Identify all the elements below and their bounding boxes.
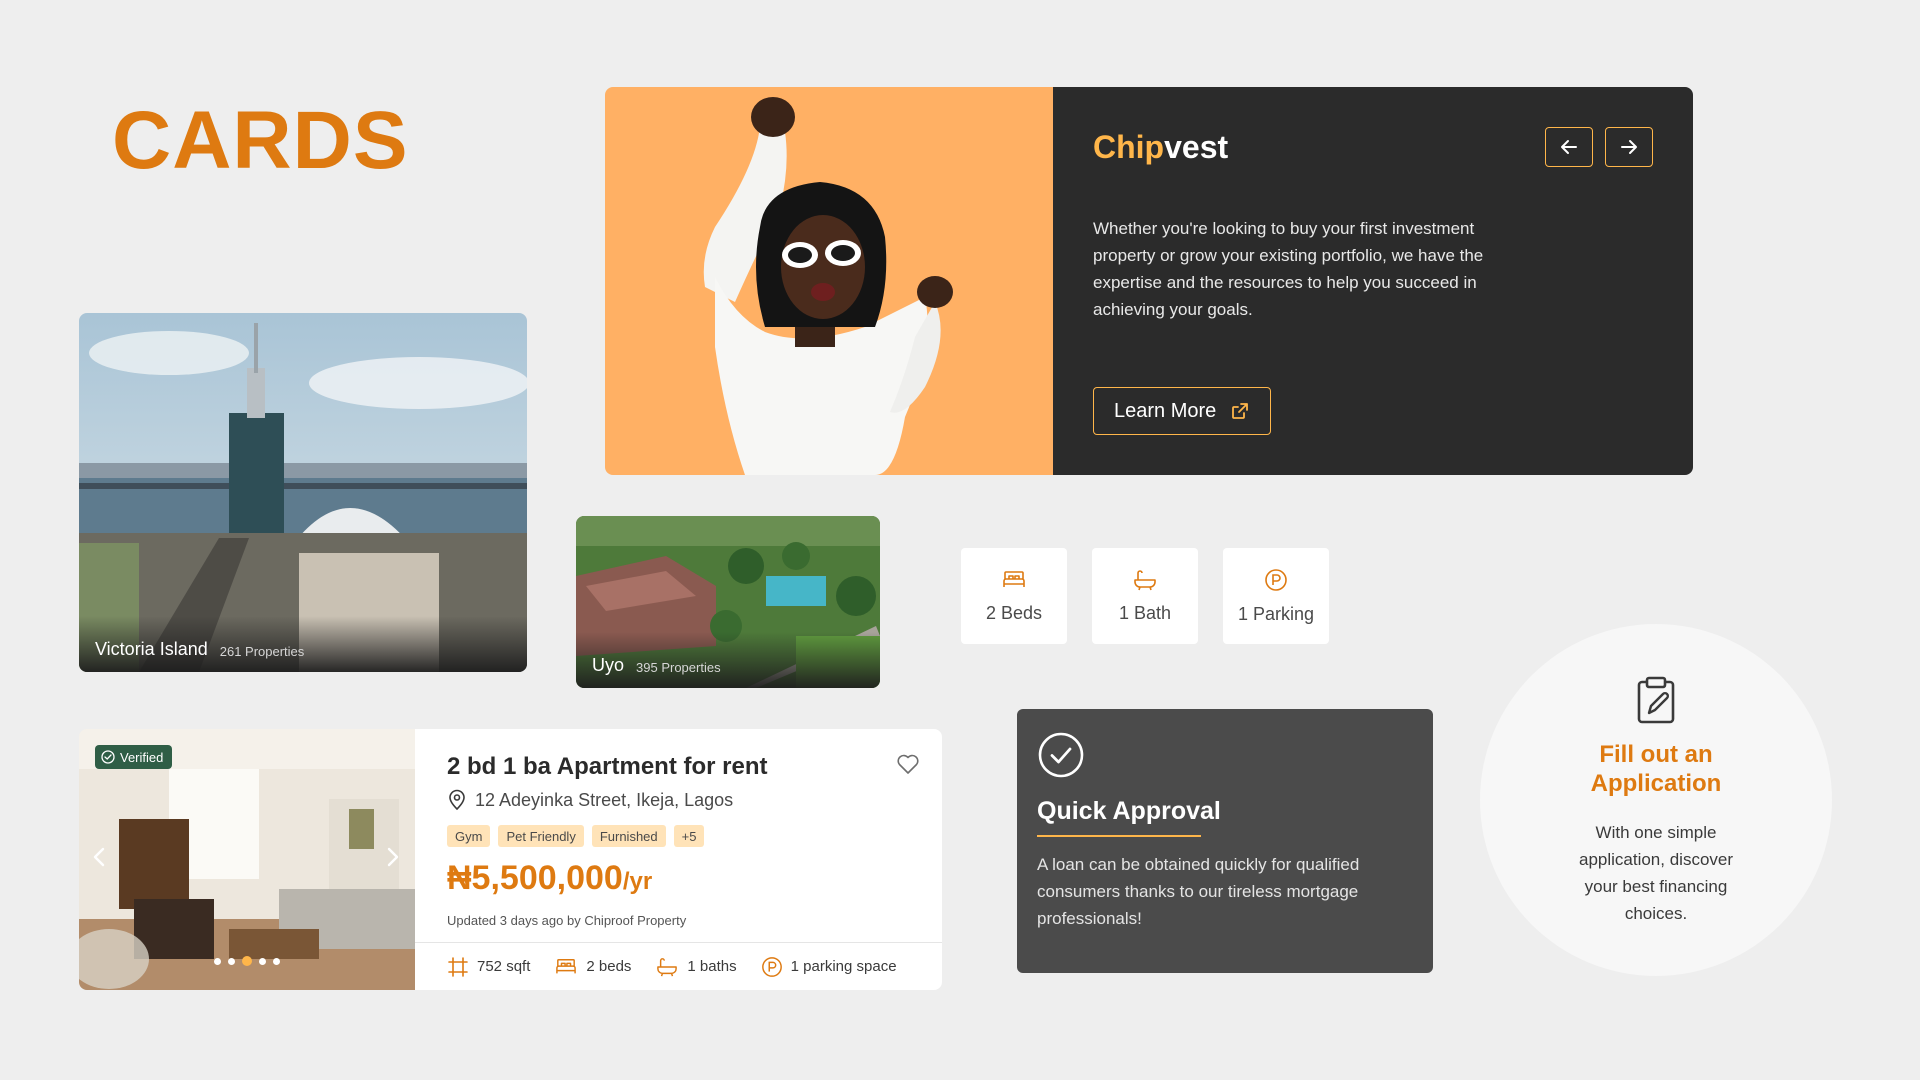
listing-details: 2 bd 1 ba Apartment for rent 12 Adeyinka… bbox=[415, 729, 942, 990]
hero-card: Chipvest Whether you're looking to buy y… bbox=[605, 87, 1693, 475]
clipboard-edit-icon bbox=[1637, 676, 1675, 724]
amenity-parking: 1 parking space bbox=[761, 956, 897, 978]
hero-content: Chipvest Whether you're looking to buy y… bbox=[1053, 87, 1693, 475]
feature-label: 2 Beds bbox=[985, 602, 1043, 623]
location-count: 261 Properties bbox=[219, 644, 305, 659]
verified-label: Verified bbox=[120, 749, 164, 765]
brand-logo: Chipvest bbox=[1093, 129, 1229, 165]
arrow-left-icon bbox=[1561, 140, 1577, 154]
listing-title: 2 bd 1 ba Apartment for rent bbox=[447, 753, 768, 780]
tag-pet-friendly[interactable]: Pet Friendly bbox=[498, 825, 584, 847]
feature-label: 1 Parking bbox=[1237, 603, 1315, 624]
feature-bath: 1 Bath bbox=[1092, 548, 1198, 644]
listing-amenities: 752 sqft 2 beds 1 baths 1 parking space bbox=[415, 942, 942, 990]
application-title: Fill out an Application bbox=[1480, 740, 1832, 798]
amenity-label: 2 beds bbox=[586, 958, 632, 975]
check-circle-icon bbox=[1038, 732, 1084, 778]
tag-gym[interactable]: Gym bbox=[447, 825, 491, 847]
location-name: Victoria Island bbox=[95, 639, 208, 659]
carousel-dot[interactable] bbox=[214, 957, 221, 965]
listing-address: 12 Adeyinka Street, Ikeja, Lagos bbox=[447, 789, 733, 811]
hero-photo bbox=[605, 87, 1053, 475]
learn-more-label: Learn More bbox=[1114, 399, 1217, 422]
carousel-next-button[interactable] bbox=[1605, 127, 1653, 167]
address-text: 12 Adeyinka Street, Ikeja, Lagos bbox=[475, 789, 734, 810]
listing-price: ₦5,500,000/yr bbox=[447, 859, 652, 898]
feature-parking: 1 Parking bbox=[1223, 548, 1329, 644]
external-link-icon bbox=[1232, 403, 1249, 419]
approval-text: A loan can be obtained quickly for quali… bbox=[1037, 855, 1360, 928]
location-card-victoria-island[interactable]: Victoria Island 261 Properties bbox=[79, 313, 527, 672]
location-pin-icon bbox=[449, 789, 465, 811]
price-amount: ₦5,500,000 bbox=[447, 859, 623, 897]
quick-approval-card: Quick Approval A loan can be obtained qu… bbox=[1017, 709, 1433, 973]
location-card-uyo[interactable]: Uyo 395 Properties bbox=[576, 516, 880, 688]
chevron-right-icon bbox=[387, 847, 399, 867]
photo-prev-button[interactable] bbox=[85, 843, 113, 871]
page-title: CARDS bbox=[112, 95, 409, 186]
approval-divider bbox=[1037, 835, 1201, 837]
carousel-prev-button[interactable] bbox=[1545, 127, 1593, 167]
carousel-dot-active[interactable] bbox=[242, 956, 252, 966]
amenity-label: 752 sqft bbox=[477, 958, 531, 975]
hero-description: Whether you're looking to buy your first… bbox=[1093, 219, 1484, 319]
bathtub-icon bbox=[657, 957, 678, 976]
feature-label: 1 Bath bbox=[1118, 602, 1172, 623]
location-count: 395 Properties bbox=[636, 660, 721, 675]
heart-icon bbox=[897, 754, 919, 774]
bed-icon bbox=[556, 958, 577, 973]
bed-icon bbox=[1003, 570, 1025, 587]
listing-tags: Gym Pet Friendly Furnished +5 bbox=[447, 825, 705, 847]
application-text: With one simple application, discover yo… bbox=[1578, 823, 1734, 923]
application-title-line: Fill out an bbox=[1599, 741, 1713, 768]
learn-more-button[interactable]: Learn More bbox=[1093, 387, 1272, 435]
parking-icon bbox=[761, 956, 782, 977]
area-icon bbox=[448, 956, 468, 977]
arrow-right-icon bbox=[1621, 140, 1637, 154]
price-unit: /yr bbox=[622, 868, 653, 895]
listing-card[interactable]: Verified 2 bd 1 ba Apartment for rent 12… bbox=[79, 729, 942, 990]
photo-next-button[interactable] bbox=[379, 843, 407, 871]
tag-more[interactable]: +5 bbox=[673, 825, 705, 847]
chevron-left-icon bbox=[93, 847, 105, 867]
location-caption: Victoria Island 261 Properties bbox=[79, 616, 527, 672]
parking-icon bbox=[1265, 568, 1287, 591]
carousel-dot[interactable] bbox=[259, 957, 266, 965]
celebrating-woman-illustration bbox=[703, 97, 953, 475]
carousel-dot[interactable] bbox=[228, 957, 235, 965]
listing-photo-carousel[interactable]: Verified bbox=[79, 729, 415, 990]
approval-title: Quick Approval bbox=[1037, 797, 1221, 825]
amenity-beds: 2 beds bbox=[554, 957, 631, 977]
tag-furnished[interactable]: Furnished bbox=[591, 825, 666, 847]
feature-beds: 2 Beds bbox=[961, 548, 1067, 644]
check-circle-icon bbox=[101, 750, 115, 764]
verified-badge: Verified bbox=[95, 745, 173, 769]
amenity-label: 1 parking space bbox=[790, 958, 897, 975]
favorite-button[interactable] bbox=[896, 753, 920, 780]
application-title-line: Application bbox=[1590, 770, 1722, 797]
application-card[interactable]: Fill out an Application With one simple … bbox=[1480, 624, 1832, 976]
carousel-dot[interactable] bbox=[273, 957, 280, 965]
location-name: Uyo bbox=[592, 655, 625, 675]
listing-updated: Updated 3 days ago by Chiproof Property bbox=[447, 913, 687, 928]
bathtub-icon bbox=[1134, 569, 1156, 590]
amenity-baths: 1 baths bbox=[655, 957, 737, 977]
carousel-dots bbox=[79, 956, 415, 966]
location-caption: Uyo 395 Properties bbox=[576, 632, 880, 688]
amenity-area: 752 sqft bbox=[447, 956, 530, 978]
amenity-label: 1 baths bbox=[687, 958, 737, 975]
